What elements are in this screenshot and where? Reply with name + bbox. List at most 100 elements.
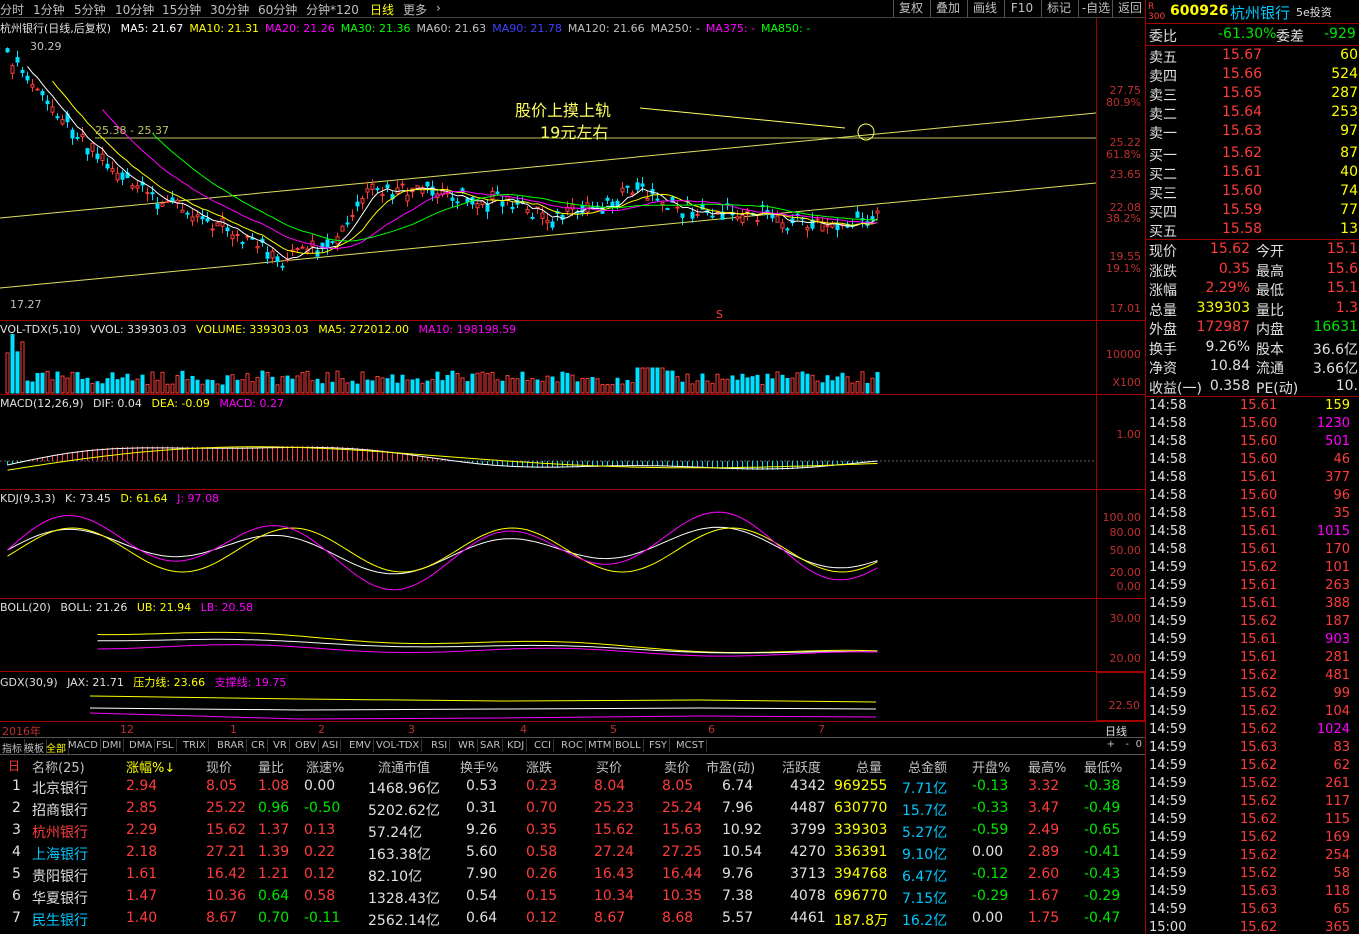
table-row[interactable]: 5 贵阳银行 1.61 16.42 1.21 0.12 82.10亿 7.90 0.26 16.4… [0, 865, 1145, 887]
column-header[interactable]: 名称(25) [32, 757, 85, 776]
volume-bar [780, 374, 785, 394]
table-row[interactable]: 1 北京银行 2.94 8.05 1.08 0.00 1468.96亿 0.53 0.23 8.0… [0, 777, 1145, 799]
indicator-tab[interactable]: DMI [100, 739, 125, 752]
axis-label: 1.00 [1116, 428, 1142, 441]
indicator-tab[interactable]: MCST [674, 739, 708, 752]
volume-bar [460, 377, 465, 394]
column-header[interactable]: 现价 [206, 757, 232, 776]
volume-bar [15, 351, 20, 394]
chevron-right-icon[interactable]: › [436, 1, 441, 15]
indicator-tab[interactable]: MTM [586, 739, 615, 752]
bids-row[interactable]: 买三 15.60 74 [1146, 182, 1359, 202]
volume-bar [60, 375, 65, 394]
back-button[interactable]: 返回 [1112, 0, 1147, 17]
stat-l1: 换手 [1149, 341, 1177, 358]
mark-button[interactable]: 标记 [1041, 0, 1076, 17]
indicator-tab[interactable]: BOLL [613, 739, 644, 752]
indicator-tab[interactable]: WR [456, 739, 478, 752]
remove-watchlist-button[interactable]: -自选 [1078, 0, 1113, 17]
indicator-tab[interactable]: FSY [647, 739, 671, 752]
volume-chart[interactable] [0, 321, 1096, 395]
indicator-tab[interactable]: FSL [154, 739, 177, 752]
bids-row[interactable]: 买二 15.61 40 [1146, 163, 1359, 183]
period-tab-120min[interactable]: 分钟*120 [306, 1, 359, 18]
volume-bar [330, 381, 335, 394]
column-header[interactable]: 总金额 [908, 757, 947, 776]
cell-low: -0.49 [1084, 800, 1121, 816]
indicator-tab[interactable]: VR [271, 739, 290, 752]
bids-row[interactable]: 买四 15.59 77 [1146, 201, 1359, 221]
column-header[interactable]: 涨幅%↓ [126, 757, 175, 776]
draw-line-button[interactable]: 画线 [967, 0, 1002, 17]
f10-button[interactable]: F10 [1004, 0, 1039, 17]
column-header[interactable]: 最高% [1028, 757, 1066, 776]
indicator-tab[interactable]: ROC [559, 739, 586, 752]
volume-bar [395, 382, 400, 394]
volume-bar [310, 380, 315, 394]
column-header[interactable]: 量比 [258, 757, 284, 776]
cell-chg: 1.61 [126, 866, 158, 882]
column-header[interactable]: 最低% [1084, 757, 1122, 776]
indicator-tab[interactable]: OBV [293, 739, 320, 752]
candlestick-chart[interactable]: 股价上摸上轨 19元左右 30.29 17.27 25.38 - 25.37 S [0, 18, 1096, 321]
indicator-tab[interactable]: TRIX [181, 739, 209, 752]
period-indicator[interactable]: 日线 [1105, 723, 1127, 739]
table-row[interactable]: 6 华夏银行 1.47 10.36 0.64 0.58 1328.43亿 0.54 0.15 10… [0, 887, 1145, 909]
indicator-tab[interactable]: VOL-TDX [374, 739, 423, 752]
column-header[interactable]: 总量 [856, 757, 882, 776]
kdj-chart[interactable] [0, 490, 1096, 599]
indicator-tab[interactable]: SAR [478, 739, 504, 752]
column-header[interactable]: 卖价 [664, 757, 690, 776]
indicator-tab[interactable]: EMV [347, 739, 374, 752]
boll-chart[interactable] [0, 599, 1096, 672]
column-header[interactable]: 买价 [596, 757, 622, 776]
bids-row[interactable]: 买一 15.62 87 [1146, 144, 1359, 164]
column-header[interactable]: 流通市值 [378, 757, 430, 776]
period-tab-60min[interactable]: 60分钟 [258, 1, 297, 18]
column-header[interactable]: 涨速% [306, 757, 344, 776]
indicator-tab[interactable]: MACD [66, 739, 101, 752]
period-tab-1min[interactable]: 1分钟 [33, 1, 65, 18]
period-tab-30min[interactable]: 30分钟 [210, 1, 249, 18]
indicator-tab[interactable]: DMA [127, 739, 156, 752]
gdx-chart[interactable] [0, 672, 1096, 722]
column-header[interactable]: 活跃度 [782, 757, 821, 776]
period-tab-10min[interactable]: 10分钟 [115, 1, 154, 18]
zoom-in-icon[interactable]: + [1107, 739, 1115, 750]
column-header[interactable]: 涨跌 [526, 757, 552, 776]
table-row[interactable]: 3 杭州银行 2.29 15.62 1.37 0.13 57.24亿 9.26 0.35 15.6… [0, 821, 1145, 843]
indicator-tab[interactable]: ASI [320, 739, 342, 752]
macd-chart[interactable] [0, 395, 1096, 490]
overlay-button[interactable]: 叠加 [930, 0, 965, 17]
period-tab-5min[interactable]: 5分钟 [74, 1, 106, 18]
asks-row[interactable]: 卖四 15.66 524 [1146, 65, 1359, 85]
zoom-out-icon[interactable]: - [1125, 739, 1129, 750]
column-header[interactable]: 开盘% [972, 757, 1010, 776]
table-row[interactable]: 2 招商银行 2.85 25.22 0.96 -0.50 5202.62亿 0.31 0.70 2… [0, 799, 1145, 821]
candle-body [115, 172, 120, 181]
table-row[interactable]: 4 上海银行 2.18 27.21 1.39 0.22 163.38亿 5.60 0.58 27.… [0, 843, 1145, 865]
calendar-icon[interactable]: 日 [8, 757, 20, 774]
tick-price: 15.62 [1240, 722, 1278, 737]
bids-row[interactable]: 买五 15.58 13 [1146, 220, 1359, 240]
period-tab-more[interactable]: 更多 [403, 1, 427, 18]
asks-row[interactable]: 卖一 15.63 97 [1146, 122, 1359, 142]
column-header[interactable]: 换手% [460, 757, 498, 776]
indicator-tab[interactable]: KDJ [505, 739, 528, 752]
zero-icon[interactable]: 0 [1136, 739, 1142, 750]
indicator-tab[interactable]: RSI [429, 739, 451, 752]
fuquan-button[interactable]: 复权 [893, 0, 928, 17]
table-row[interactable]: 7 民生银行 1.40 8.67 0.70 -0.11 2562.14亿 0.64 0.12 8.… [0, 909, 1145, 931]
indicator-tab[interactable]: CCI [532, 739, 554, 752]
asks-row[interactable]: 卖三 15.65 287 [1146, 84, 1359, 104]
column-header[interactable]: 市盈(动) [706, 757, 755, 776]
indicator-tab[interactable]: CR [249, 739, 268, 752]
asks-row[interactable]: 卖五 15.67 60 [1146, 46, 1359, 66]
period-tab-fenshi[interactable]: 分时 [0, 1, 24, 18]
period-tab-daily[interactable]: 日线 [370, 1, 394, 18]
asks-row[interactable]: 卖二 15.64 253 [1146, 103, 1359, 123]
period-tab-15min[interactable]: 15分钟 [162, 1, 201, 18]
cell-open: -0.33 [972, 800, 1009, 816]
indicator-tab[interactable]: BRAR [215, 739, 248, 752]
quote-stat-row: 外盘 172987 内盘 16631 [1146, 318, 1359, 338]
